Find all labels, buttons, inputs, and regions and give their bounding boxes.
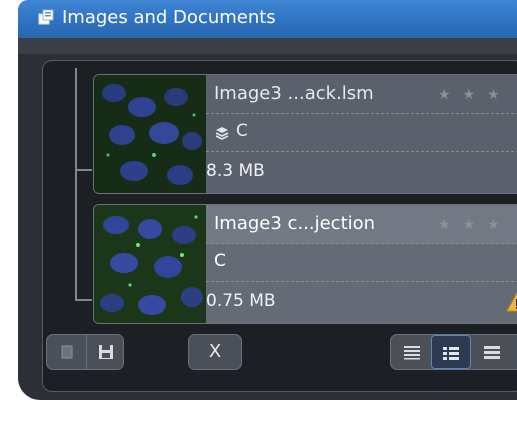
z-stack-icon: [215, 127, 229, 140]
document-name: Image3 c...jection: [214, 213, 376, 234]
file-size: 8.3 MB: [206, 161, 265, 181]
images-documents-panel: Images and Documents Image3 ...ack.lsm ★…: [18, 0, 517, 425]
document-toolbar: X: [42, 328, 517, 380]
warning-icon: [506, 291, 517, 312]
tree-branch: [75, 169, 92, 171]
new-document-button[interactable]: [47, 335, 87, 369]
close-document-button[interactable]: X: [188, 334, 242, 370]
channel-label: C: [214, 251, 226, 271]
document-item-selected[interactable]: Image3 c...jection ★★★ C 0.75 MB: [93, 204, 517, 324]
tree-branch: [75, 299, 92, 301]
save-icon: [99, 345, 113, 359]
detail-view-button[interactable]: [431, 335, 471, 369]
image-thumbnail: [94, 205, 206, 323]
save-button[interactable]: [86, 335, 125, 369]
file-size: 0.75 MB: [206, 291, 276, 311]
grid-view-button[interactable]: [471, 335, 511, 369]
panel-title-bar[interactable]: Images and Documents: [18, 0, 517, 38]
document-name: Image3 ...ack.lsm: [214, 83, 374, 104]
panel-title: Images and Documents: [62, 7, 276, 28]
document-area: Image3 ...ack.lsm ★★★ C 8.3 MB Image3 c.…: [18, 38, 517, 400]
detail-view-icon: [443, 347, 459, 360]
image-thumbnail: [94, 75, 206, 193]
grid-view-icon: [484, 346, 500, 359]
file-button-group: [46, 334, 124, 370]
document-item[interactable]: Image3 ...ack.lsm ★★★ C 8.3 MB: [93, 74, 517, 194]
rating-stars[interactable]: ★★★: [438, 87, 512, 103]
list-view-button[interactable]: [391, 335, 431, 369]
list-view-icon: [404, 346, 420, 360]
tree-connector: [75, 68, 77, 300]
rating-stars[interactable]: ★★★: [438, 217, 512, 233]
panel-body: Image3 ...ack.lsm ★★★ C 8.3 MB Image3 c.…: [18, 38, 517, 425]
channel-label: C: [236, 121, 248, 141]
new-document-icon: [61, 345, 73, 359]
documents-icon: [38, 9, 54, 25]
view-mode-group: [390, 334, 517, 370]
